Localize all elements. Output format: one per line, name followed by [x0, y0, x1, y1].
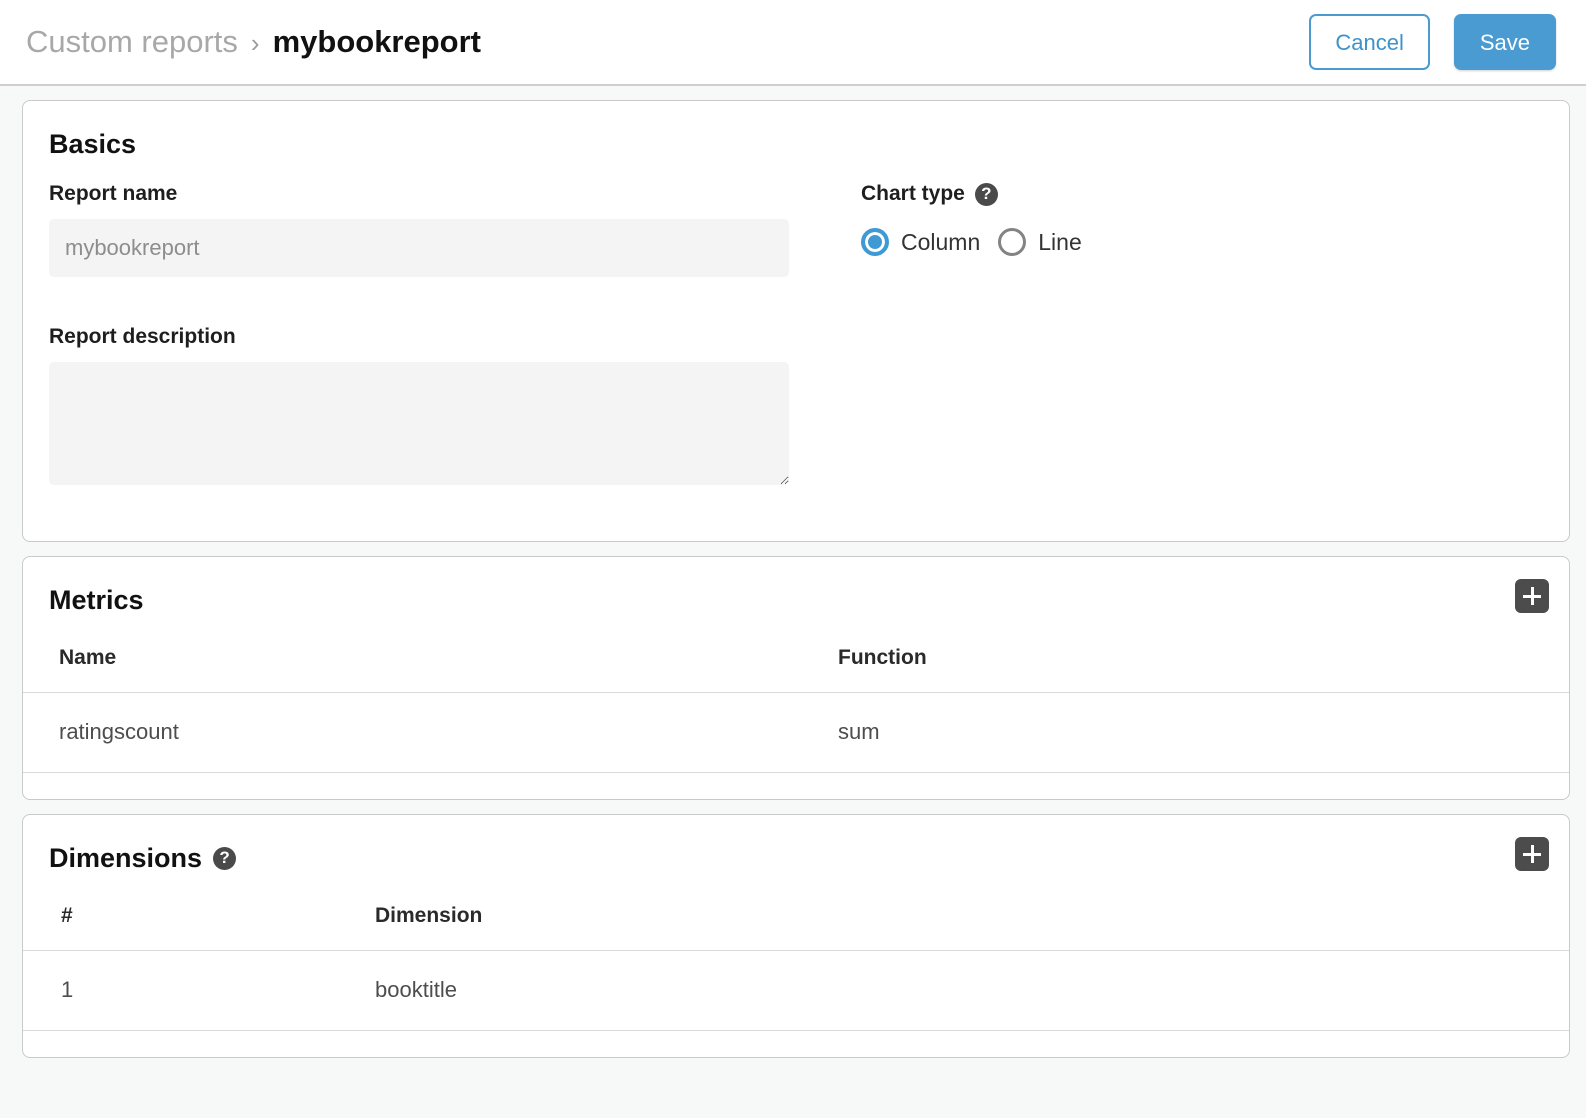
chart-type-label: Chart type ?	[861, 182, 1539, 206]
chart-type-option-column-label: Column	[901, 229, 980, 256]
metrics-header: Metrics	[23, 557, 1569, 646]
basics-section-title: Basics	[49, 129, 1539, 160]
basics-header: Basics	[23, 101, 1569, 160]
metrics-section-title: Metrics	[49, 585, 1539, 616]
field-spacer	[49, 277, 839, 325]
save-button[interactable]: Save	[1454, 14, 1556, 70]
basics-left-column: Report name Report description	[49, 182, 839, 485]
metrics-header-row: Name Function	[23, 646, 1569, 693]
metrics-table: Name Function ratingscount sum	[23, 646, 1569, 773]
metrics-table-footer	[23, 773, 1569, 799]
metric-function-cell: sum	[838, 693, 1569, 773]
help-icon[interactable]: ?	[213, 847, 236, 870]
metrics-table-head: Name Function	[23, 646, 1569, 693]
top-bar-actions: Cancel Save	[1309, 14, 1556, 70]
chart-type-radio-group: Column Line	[861, 228, 1539, 256]
breadcrumb-parent-link[interactable]: Custom reports	[26, 24, 238, 60]
dimension-index-cell: 1	[23, 951, 375, 1031]
breadcrumb-separator-icon: ›	[251, 28, 260, 59]
dimensions-column-index: #	[23, 904, 375, 951]
top-bar: Custom reports › mybookreport Cancel Sav…	[0, 0, 1586, 86]
metric-name-cell: ratingscount	[23, 693, 838, 773]
dimensions-section-title: Dimensions ?	[49, 843, 1539, 874]
dimensions-section-title-text: Dimensions	[49, 843, 202, 874]
add-dimension-button[interactable]	[1515, 837, 1549, 871]
help-icon-glyph: ?	[981, 185, 991, 202]
report-description-label: Report description	[49, 325, 839, 349]
page-title: mybookreport	[273, 24, 481, 60]
breadcrumb: Custom reports › mybookreport	[26, 24, 1309, 60]
content-area: Basics Report name Report description Ch…	[0, 86, 1586, 1058]
help-icon[interactable]: ?	[975, 183, 998, 206]
help-icon-glyph: ?	[219, 849, 229, 866]
metrics-column-name: Name	[23, 646, 838, 693]
chart-type-option-line-label: Line	[1038, 229, 1081, 256]
dimensions-table: # Dimension 1 booktitle	[23, 904, 1569, 1031]
table-row[interactable]: ratingscount sum	[23, 693, 1569, 773]
dimensions-header-row: # Dimension	[23, 904, 1569, 951]
radio-selected-icon[interactable]	[861, 228, 889, 256]
report-description-textarea[interactable]	[49, 362, 789, 485]
chart-type-option-line[interactable]: Line	[998, 228, 1081, 256]
chart-type-label-text: Chart type	[861, 182, 965, 206]
radio-unselected-icon[interactable]	[998, 228, 1026, 256]
chart-type-option-column[interactable]: Column	[861, 228, 980, 256]
basics-right-column: Chart type ? Column Line	[839, 182, 1539, 485]
basics-body: Report name Report description Chart typ…	[23, 160, 1569, 541]
plus-icon-vertical	[1531, 845, 1534, 863]
metrics-table-body: ratingscount sum	[23, 693, 1569, 773]
dimensions-table-footer	[23, 1031, 1569, 1057]
table-row[interactable]: 1 booktitle	[23, 951, 1569, 1031]
metrics-column-function: Function	[838, 646, 1569, 693]
basics-card: Basics Report name Report description Ch…	[22, 100, 1570, 542]
report-name-label: Report name	[49, 182, 839, 206]
metrics-card: Metrics Name Function ratingscount sum	[22, 556, 1570, 800]
dimensions-header: Dimensions ?	[23, 815, 1569, 904]
dimensions-table-head: # Dimension	[23, 904, 1569, 951]
cancel-button[interactable]: Cancel	[1309, 14, 1429, 70]
dimensions-card: Dimensions ? # Dimension 1 booktitl	[22, 814, 1570, 1058]
report-name-input[interactable]	[49, 219, 789, 277]
add-metric-button[interactable]	[1515, 579, 1549, 613]
dimensions-column-dimension: Dimension	[375, 904, 1569, 951]
plus-icon-vertical	[1531, 587, 1534, 605]
dimensions-table-body: 1 booktitle	[23, 951, 1569, 1031]
dimension-name-cell: booktitle	[375, 951, 1569, 1031]
